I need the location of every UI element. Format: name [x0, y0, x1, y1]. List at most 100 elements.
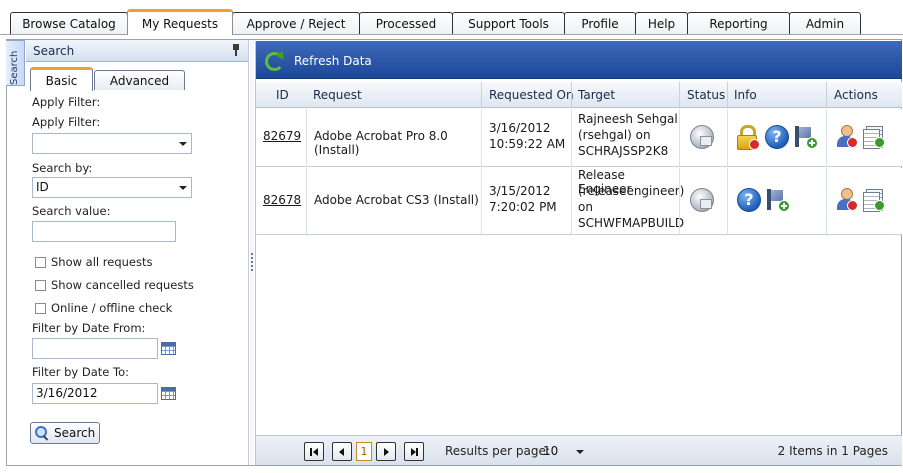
- requested-on-date: 3/15/2012: [489, 184, 551, 198]
- checkbox-box[interactable]: [35, 279, 46, 291]
- main-tab-strip: Browse Catalog My Requests Approve / Rej…: [10, 9, 861, 35]
- online-offline-check-label: Online / offline check: [51, 301, 173, 315]
- target-line: (rsehgal) on: [578, 128, 651, 142]
- chevron-down-icon[interactable]: [175, 134, 191, 153]
- first-page-button[interactable]: [304, 442, 324, 461]
- requested-on-time: 7:20:02 PM: [489, 200, 557, 214]
- lock-icon[interactable]: [737, 125, 760, 150]
- calendar-icon[interactable]: [161, 342, 176, 355]
- details-list-icon[interactable]: [863, 125, 885, 149]
- apply-filter-select[interactable]: [32, 133, 192, 154]
- search-value-input[interactable]: [32, 221, 176, 242]
- cancel-user-icon[interactable]: [836, 125, 858, 149]
- date-to-label: Filter by Date To:: [32, 365, 130, 379]
- column-header-request[interactable]: Request: [313, 82, 362, 108]
- table-row: 82678 Adobe Acrobat CS3 (Install) 3/15/2…: [256, 168, 902, 235]
- info-cell: ?: [727, 109, 826, 166]
- show-all-requests-checkbox[interactable]: Show all requests: [35, 254, 152, 270]
- splitter-grip-icon[interactable]: [251, 253, 253, 271]
- search-button-label: Search: [54, 426, 96, 440]
- request-id-link[interactable]: 82678: [263, 193, 301, 207]
- tab-processed[interactable]: Processed: [359, 12, 453, 35]
- requested-on-cell: 3/15/2012 7:20:02 PM: [481, 168, 571, 234]
- search-by-label: Search by:: [32, 161, 93, 175]
- refresh-data-button[interactable]: Refresh Data: [264, 50, 372, 72]
- pager: 1 Results per page: 10 2 Items in 1 Page…: [256, 435, 902, 465]
- tab-admin[interactable]: Admin: [789, 12, 861, 35]
- status-monitor-icon[interactable]: [690, 125, 714, 149]
- column-header-target[interactable]: Target: [571, 82, 615, 108]
- target-line: Rajneesh Sehgal: [578, 112, 678, 126]
- date-from-input[interactable]: [32, 338, 158, 359]
- target-line: on: [578, 200, 593, 214]
- column-header-actions[interactable]: Actions: [826, 82, 878, 108]
- cancel-user-icon[interactable]: [836, 188, 858, 212]
- date-from-label: Filter by Date From:: [32, 321, 146, 335]
- request-cell: Adobe Acrobat Pro 8.0 (Install): [306, 109, 481, 166]
- column-header-info[interactable]: Info: [727, 82, 757, 108]
- id-cell: 82679: [256, 109, 306, 166]
- pin-icon[interactable]: [232, 44, 240, 56]
- chevron-down-icon[interactable]: [574, 442, 586, 461]
- request-name: Adobe Acrobat CS3 (Install): [314, 193, 479, 207]
- target-cell: Rajneesh Sehgal (rsehgal) on SCHRAJSSP2K…: [571, 109, 679, 166]
- subtab-basic[interactable]: Basic: [30, 67, 93, 91]
- search-panel-title: Search: [33, 44, 75, 58]
- column-header-id[interactable]: ID: [276, 82, 289, 108]
- status-cell: [679, 109, 727, 166]
- checkbox-box[interactable]: [35, 302, 46, 314]
- actions-cell: [826, 109, 902, 166]
- search-panel: Search Basic Advanced Apply Filter: Appl…: [26, 40, 249, 465]
- tab-my-requests[interactable]: My Requests: [127, 9, 233, 35]
- add-flag-icon[interactable]: [794, 125, 818, 149]
- target-line: (releaseengineer): [578, 184, 685, 198]
- results-per-page-select[interactable]: 10: [541, 442, 586, 461]
- status-cell: [679, 168, 727, 234]
- show-cancelled-requests-checkbox[interactable]: Show cancelled requests: [35, 277, 194, 293]
- tab-profile[interactable]: Profile: [564, 12, 636, 35]
- show-cancelled-requests-label: Show cancelled requests: [51, 278, 194, 292]
- requests-toolbar: Refresh Data: [256, 41, 902, 79]
- online-offline-check-checkbox[interactable]: Online / offline check: [35, 300, 172, 316]
- checkbox-box[interactable]: [35, 256, 46, 268]
- add-flag-icon[interactable]: [766, 188, 790, 212]
- calendar-icon[interactable]: [161, 387, 176, 400]
- search-button[interactable]: Search: [30, 422, 100, 444]
- next-page-button[interactable]: [376, 442, 396, 461]
- tab-approve-reject[interactable]: Approve / Reject: [232, 12, 360, 35]
- status-monitor-icon[interactable]: [690, 188, 714, 212]
- table-row: 82679 Adobe Acrobat Pro 8.0 (Install) 3/…: [256, 109, 902, 167]
- request-id-link[interactable]: 82679: [263, 129, 301, 143]
- requested-on-date: 3/16/2012: [489, 121, 551, 135]
- previous-page-button[interactable]: [332, 442, 352, 461]
- tab-help[interactable]: Help: [635, 12, 688, 35]
- search-by-value: ID: [36, 180, 49, 194]
- requests-pane: Refresh Data ID Request Requested On Tar…: [255, 41, 902, 465]
- tab-reporting[interactable]: Reporting: [687, 12, 790, 35]
- actions-cell: [826, 168, 902, 234]
- date-to-input[interactable]: 3/16/2012: [32, 383, 158, 404]
- target-cell: Release Engineer (releaseengineer) on SC…: [571, 168, 684, 234]
- table-header: ID Request Requested On Target Status In…: [256, 82, 902, 108]
- request-cell: Adobe Acrobat CS3 (Install): [306, 168, 481, 234]
- side-search-tab[interactable]: Search: [6, 40, 25, 86]
- pager-summary: 2 Items in 1 Pages: [777, 444, 888, 458]
- help-icon[interactable]: ?: [765, 125, 789, 149]
- search-value-label: Search value:: [32, 204, 111, 218]
- column-header-requested-on[interactable]: Requested On: [481, 82, 574, 108]
- refresh-icon: [264, 51, 286, 71]
- current-page-number[interactable]: 1: [356, 442, 372, 461]
- apply-filter-label-2: Apply Filter:: [32, 115, 101, 129]
- results-per-page-value: 10: [543, 444, 559, 458]
- subtab-advanced[interactable]: Advanced: [94, 70, 185, 90]
- tab-support-tools[interactable]: Support Tools: [452, 12, 565, 35]
- column-header-status[interactable]: Status: [679, 82, 725, 108]
- search-by-select[interactable]: ID: [32, 177, 192, 198]
- details-list-icon[interactable]: [863, 188, 885, 212]
- chevron-down-icon[interactable]: [175, 178, 191, 197]
- last-page-button[interactable]: [404, 442, 424, 461]
- help-icon[interactable]: ?: [737, 188, 761, 212]
- show-all-requests-label: Show all requests: [51, 255, 153, 269]
- tab-browse-catalog[interactable]: Browse Catalog: [10, 12, 128, 35]
- requested-on-cell: 3/16/2012 10:59:22 AM: [481, 109, 571, 166]
